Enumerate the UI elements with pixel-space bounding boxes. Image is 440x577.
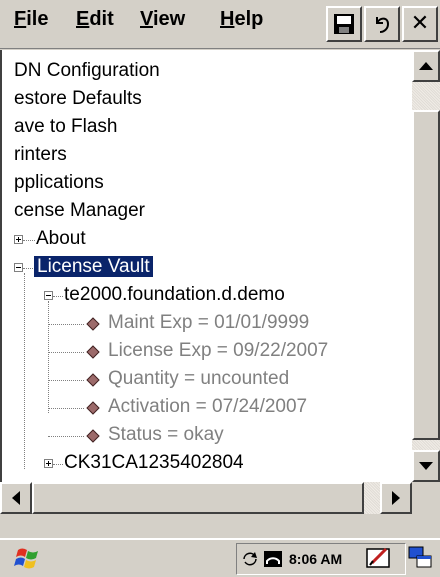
desktop-icon[interactable] — [406, 543, 436, 573]
tree-connector — [48, 408, 84, 409]
tree-item-license-exp[interactable]: License Exp = 09/22/2007 — [108, 338, 328, 364]
tree-item-activation[interactable]: Activation = 07/24/2007 — [108, 394, 307, 420]
tree-connector — [48, 352, 84, 353]
tree-item-dn-configuration[interactable]: DN Configuration — [14, 58, 160, 84]
tree-item-license-name[interactable]: te2000.foundation.d.demo — [64, 282, 285, 308]
scroll-right-button[interactable] — [380, 482, 412, 514]
clock[interactable]: 8:06 AM — [289, 551, 342, 567]
tree-connector — [48, 380, 84, 381]
sync-icon[interactable] — [241, 551, 259, 567]
diamond-icon — [86, 317, 100, 331]
scroll-down-button[interactable] — [412, 450, 440, 482]
menu-view[interactable]: View — [140, 8, 185, 31]
diamond-icon — [86, 373, 100, 387]
diamond-icon — [86, 429, 100, 443]
collapse-license-node-icon[interactable] — [44, 291, 53, 300]
menu-help[interactable]: Help — [220, 8, 263, 31]
floppy-disk-icon — [334, 14, 354, 34]
tree-item-applications[interactable]: pplications — [14, 170, 104, 196]
expand-device-node-icon[interactable] — [44, 459, 53, 468]
taskbar: 8:06 AM — [0, 538, 440, 577]
tree-item-restore-defaults[interactable]: estore Defaults — [14, 86, 142, 112]
input-panel-icon[interactable] — [364, 543, 394, 573]
tree-connector — [53, 296, 63, 297]
horizontal-scroll-thumb[interactable] — [32, 482, 364, 514]
tree-item-maint-exp[interactable]: Maint Exp = 01/01/9999 — [108, 310, 309, 336]
expand-about-icon[interactable] — [14, 235, 23, 244]
arrow-left-icon — [12, 491, 20, 505]
tree-item-printers[interactable]: rinters — [14, 142, 67, 168]
tree-connector — [53, 464, 63, 465]
tree-connector — [24, 273, 25, 469]
tree-item-status[interactable]: Status = okay — [108, 422, 224, 448]
tree-item-quantity[interactable]: Quantity = uncounted — [108, 366, 289, 392]
close-icon: ✕ — [410, 10, 430, 35]
menu-bar: File Edit View Help ✕ — [0, 0, 440, 49]
vertical-scroll-thumb[interactable] — [412, 110, 440, 440]
tree-connector — [48, 301, 49, 413]
menu-file[interactable]: File — [14, 8, 48, 31]
network-icon[interactable] — [261, 547, 285, 571]
tree-item-license-vault[interactable]: License Vault — [34, 254, 153, 280]
tree-view[interactable]: DN Configuration estore Defaults ave to … — [0, 50, 412, 482]
start-button[interactable] — [14, 544, 44, 572]
tree-connector — [48, 324, 84, 325]
tree-item-device-serial[interactable]: CK31CA1235402804 — [64, 450, 244, 476]
tree-item-save-to-flash[interactable]: ave to Flash — [14, 114, 118, 140]
tree-connector — [48, 436, 84, 437]
undo-button[interactable] — [364, 6, 400, 42]
tree-item-about[interactable]: About — [36, 226, 86, 252]
tree-item-license-manager[interactable]: cense Manager — [14, 198, 145, 224]
arrow-up-icon — [419, 62, 433, 70]
scroll-left-button[interactable] — [0, 482, 32, 514]
arrow-down-icon — [419, 462, 433, 470]
diamond-icon — [86, 345, 100, 359]
collapse-license-vault-icon[interactable] — [14, 263, 23, 272]
tree-connector — [23, 240, 35, 241]
save-button[interactable] — [326, 6, 362, 42]
diamond-icon — [86, 401, 100, 415]
arrow-right-icon — [392, 491, 400, 505]
close-button[interactable]: ✕ — [402, 6, 438, 42]
scroll-up-button[interactable] — [412, 50, 440, 82]
menu-edit[interactable]: Edit — [76, 8, 114, 31]
undo-icon — [376, 17, 390, 33]
scroll-corner — [412, 482, 440, 514]
